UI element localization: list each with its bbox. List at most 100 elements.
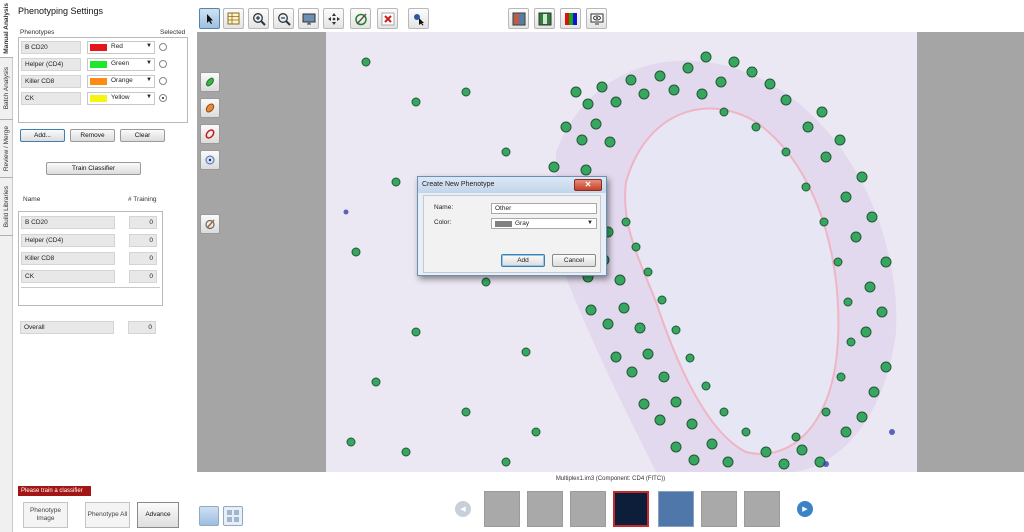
table-view-tool[interactable] xyxy=(223,8,244,29)
tab-review-merge[interactable]: Review / Merge xyxy=(0,120,13,178)
phenotype-name-field[interactable]: Helper (CD4) xyxy=(21,58,81,71)
delete-tool[interactable] xyxy=(377,8,398,29)
move-arrows-icon xyxy=(327,12,340,25)
component-view-button[interactable] xyxy=(534,8,555,29)
pan-tool[interactable] xyxy=(323,8,344,29)
next-image-button[interactable]: ▶ xyxy=(797,501,813,517)
chevron-down-icon: ▼ xyxy=(146,60,152,66)
remove-phenotype-button[interactable]: Remove xyxy=(70,129,115,142)
red-outline-icon xyxy=(205,129,215,139)
phenotype-color-dropdown[interactable]: Yellow ▼ xyxy=(87,92,155,105)
tab-label: Review / Merge xyxy=(3,125,10,172)
training-name-cell: CK xyxy=(21,270,115,283)
region-outline-tool[interactable] xyxy=(200,124,220,144)
train-classifier-warning: Please train a classifier xyxy=(18,486,91,496)
eye-monitor-icon xyxy=(590,13,603,24)
panel-title: Phenotyping Settings xyxy=(18,6,104,16)
phenotype-selected-radio[interactable] xyxy=(159,43,167,51)
composite-view-button[interactable] xyxy=(508,8,529,29)
zoom-out-tool[interactable] xyxy=(273,8,294,29)
phenotype-color-dropdown[interactable]: Red ▼ xyxy=(87,41,155,54)
component-icon xyxy=(538,12,551,25)
cell-pointer-icon xyxy=(413,13,424,25)
add-phenotype-button[interactable]: Add... xyxy=(20,129,65,142)
phenotype-selected-radio[interactable] xyxy=(159,94,167,102)
rgb-icon xyxy=(564,12,577,25)
phenotype-selected-radio[interactable] xyxy=(159,60,167,68)
overall-row: Overall 0 xyxy=(20,321,159,334)
dialog-add-button[interactable]: Add xyxy=(501,254,545,267)
phenotype-color-dropdown[interactable]: Orange ▼ xyxy=(87,75,155,88)
point-select-tool[interactable] xyxy=(200,150,220,170)
image-thumbnail[interactable] xyxy=(570,491,606,527)
phenotype-name-input[interactable]: Other xyxy=(491,203,597,214)
table-row: Killer CD8 0 xyxy=(21,252,160,265)
zoom-in-tool[interactable] xyxy=(248,8,269,29)
single-view-button[interactable] xyxy=(199,506,219,526)
overall-label: Overall xyxy=(20,321,114,334)
color-dropdown[interactable]: Gray ▼ xyxy=(491,218,597,229)
cell-annotation-tool[interactable] xyxy=(200,98,220,118)
image-viewer: Create New Phenotype ✕ Name: Other Color… xyxy=(197,0,1024,532)
freehand-draw-tool[interactable] xyxy=(200,214,220,234)
train-classifier-button[interactable]: Train Classifier xyxy=(46,162,141,175)
tab-label: Build Libraries xyxy=(3,185,10,228)
color-name: Red xyxy=(111,43,123,50)
image-thumbnail[interactable] xyxy=(527,491,563,527)
phenotype-name-field[interactable]: B CD20 xyxy=(21,41,81,54)
tab-batch-analysis[interactable]: Batch Analysis xyxy=(0,58,13,120)
grid-view-button[interactable] xyxy=(223,506,243,526)
image-thumbnail-selected[interactable] xyxy=(613,491,649,527)
image-thumbnail[interactable] xyxy=(658,491,694,527)
image-thumbnail[interactable] xyxy=(701,491,737,527)
tab-build-libraries[interactable]: Build Libraries xyxy=(0,178,13,236)
fit-to-window-tool[interactable] xyxy=(298,8,319,29)
tissue-image[interactable] xyxy=(326,32,917,472)
color-swatch xyxy=(90,44,107,51)
pointer-icon xyxy=(206,13,213,24)
clear-phenotypes-button[interactable]: Clear xyxy=(120,129,165,142)
name-label: Name: xyxy=(434,204,454,211)
color-name: Yellow xyxy=(111,94,130,101)
phenotype-selected-radio[interactable] xyxy=(159,77,167,85)
rgb-channels-button[interactable] xyxy=(560,8,581,29)
vertical-tab-bar: Manual Analysis Batch Analysis Review / … xyxy=(0,0,13,532)
phenotype-name-field[interactable]: Killer CD8 xyxy=(21,75,81,88)
phenotype-all-button[interactable]: Phenotype All xyxy=(85,502,130,528)
orange-cell-icon xyxy=(205,103,215,113)
tissue-annotation-tool[interactable] xyxy=(200,72,220,92)
select-cells-tool[interactable] xyxy=(408,8,429,29)
dialog-cancel-button[interactable]: Cancel xyxy=(552,254,596,267)
composite-icon xyxy=(512,12,525,25)
chevron-down-icon: ▼ xyxy=(587,220,593,226)
color-swatch xyxy=(90,95,107,102)
phenotype-name-field[interactable]: CK xyxy=(21,92,81,105)
phenotype-image-button[interactable]: Phenotype Image xyxy=(23,502,68,528)
phenotype-row: CK Yellow ▼ xyxy=(21,92,185,105)
training-header: # Training xyxy=(128,196,157,203)
training-name-cell: Killer CD8 xyxy=(21,252,115,265)
divider xyxy=(21,287,160,288)
draw-annotation-tool[interactable] xyxy=(350,8,371,29)
phenotype-list: B CD20 Red ▼ Helper (CD4) Green ▼ Killer… xyxy=(18,37,188,123)
image-thumbnail[interactable] xyxy=(484,491,520,527)
table-row: Helper (CD4) 0 xyxy=(21,234,160,247)
image-caption: Multiplex1.im3 (Component: CD4 (FITC)) xyxy=(555,476,666,482)
zoom-out-icon xyxy=(277,12,291,26)
tab-manual-analysis[interactable]: Manual Analysis xyxy=(0,0,13,58)
image-thumbnail[interactable] xyxy=(744,491,780,527)
selected-header: Selected xyxy=(160,29,186,36)
visibility-toggle-button[interactable] xyxy=(586,8,607,29)
color-swatch xyxy=(495,221,512,227)
phenotype-color-dropdown[interactable]: Green ▼ xyxy=(87,58,155,71)
name-header: Name xyxy=(23,196,41,203)
chevron-down-icon: ▼ xyxy=(146,94,152,100)
close-icon[interactable]: ✕ xyxy=(574,179,602,191)
previous-image-button[interactable]: ◀ xyxy=(455,501,471,517)
advance-button[interactable]: Advance xyxy=(137,502,179,528)
create-phenotype-dialog: Create New Phenotype ✕ Name: Other Color… xyxy=(417,176,607,276)
green-marker-icon xyxy=(206,77,214,87)
select-pointer-tool[interactable] xyxy=(199,8,220,29)
color-swatch xyxy=(90,61,107,68)
training-name-cell: Helper (CD4) xyxy=(21,234,115,247)
